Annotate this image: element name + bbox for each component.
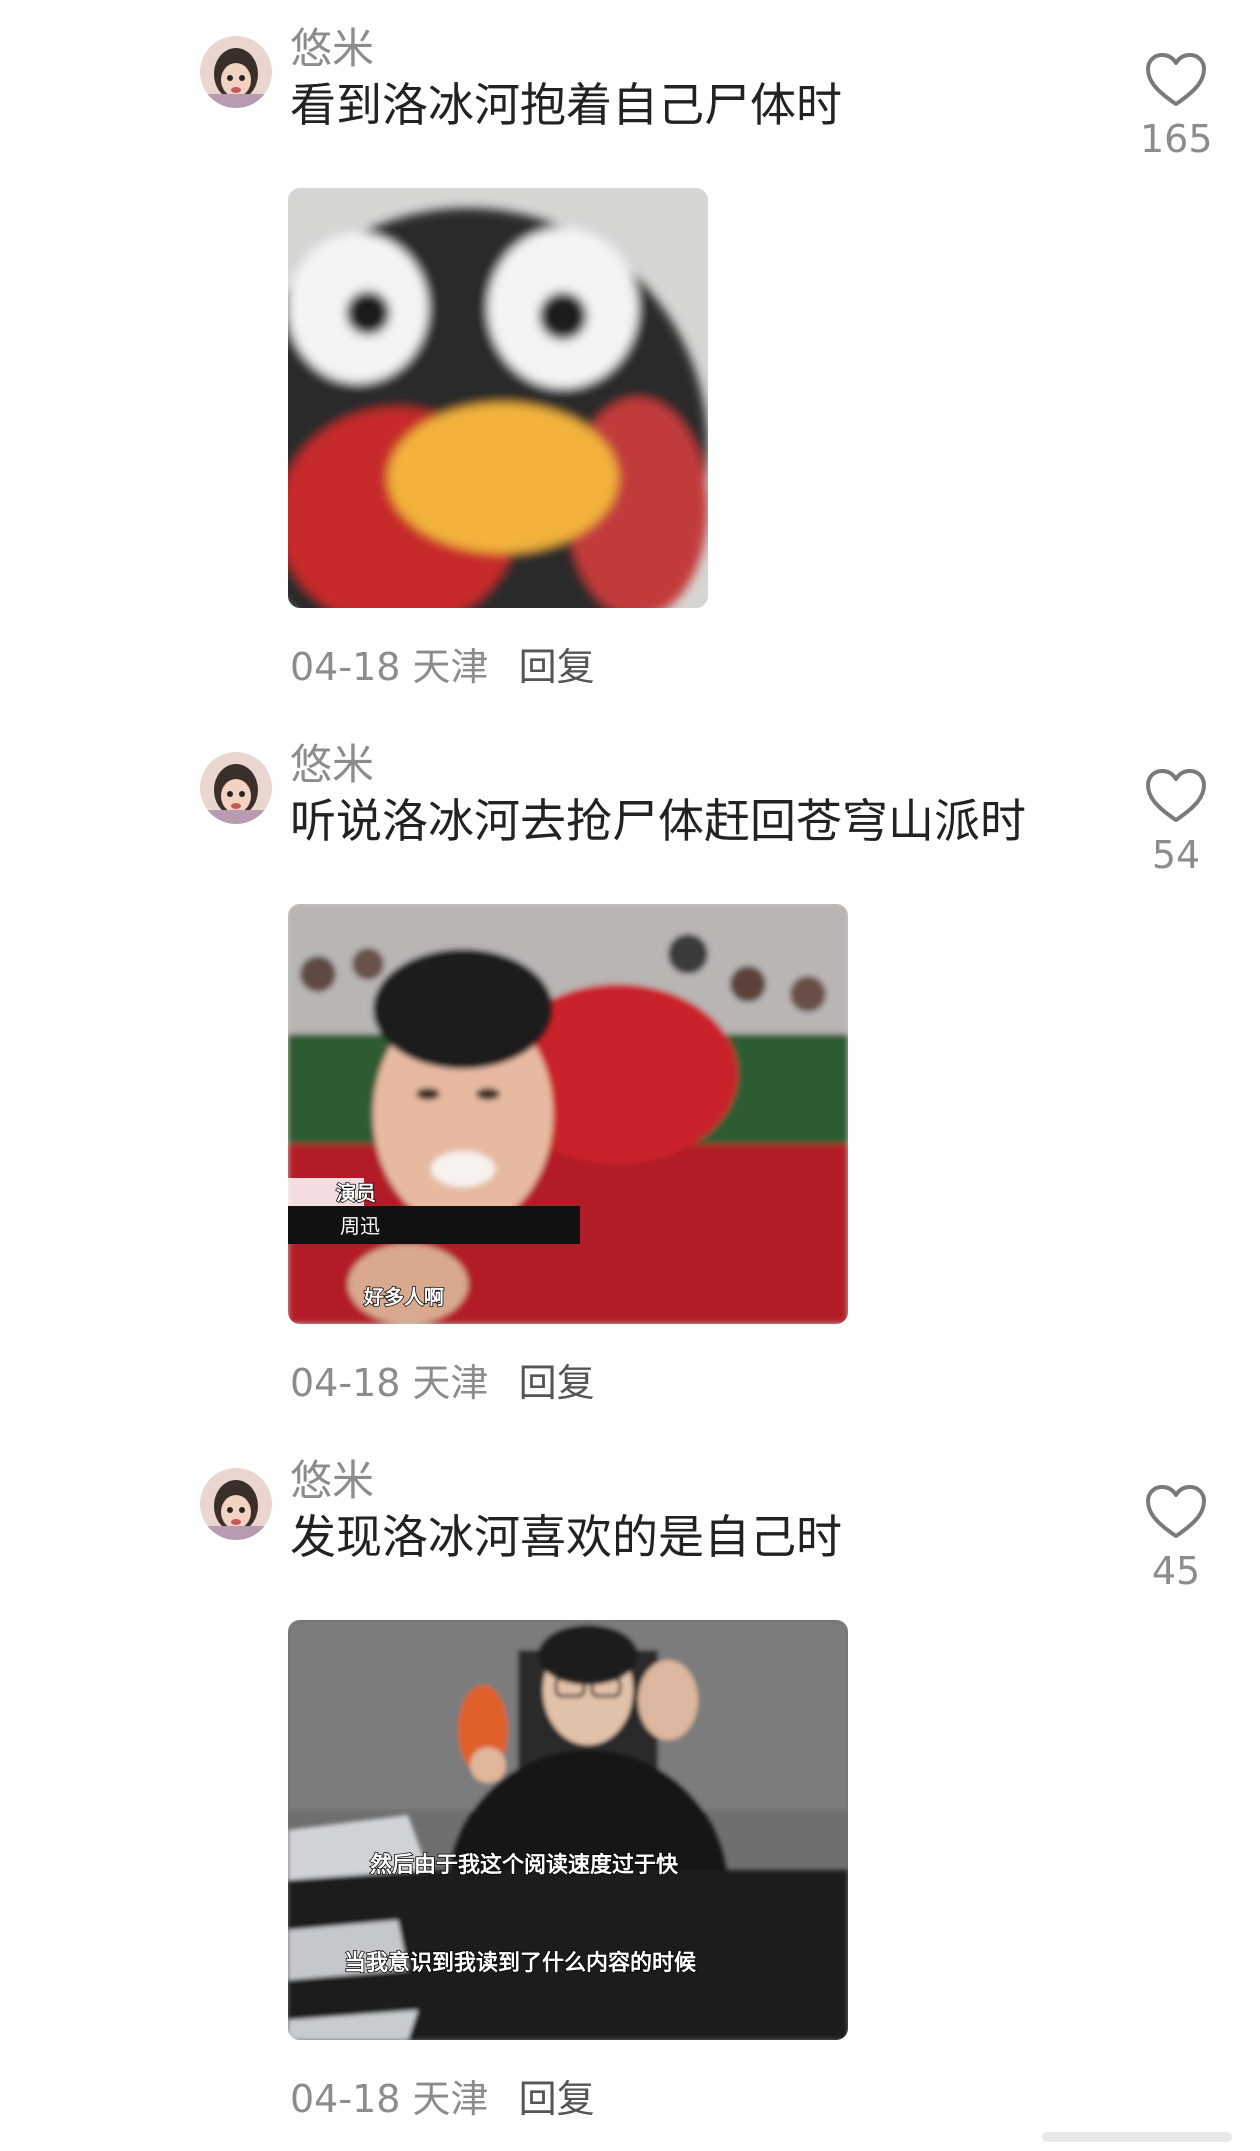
like-count: 54	[1151, 833, 1201, 877]
heart-outline-icon	[1140, 1484, 1212, 1540]
comment-location: 天津	[412, 645, 489, 689]
heart-outline-icon	[1140, 768, 1212, 824]
video-caption-name: 周迅	[340, 1214, 380, 1238]
comment-image[interactable]: 然后由于我这个阅读速度过于快 当我意识到我读到了什么内容的时候	[288, 1620, 848, 2040]
comment-text: 听说洛冰河去抢尸体赶回苍穹山派时	[290, 794, 1026, 848]
like-button[interactable]: 165	[1140, 52, 1213, 161]
avatar[interactable]	[200, 752, 272, 824]
comment-text: 发现洛冰河喜欢的是自己时	[290, 1510, 842, 1564]
avatar[interactable]	[200, 36, 272, 108]
comment-username[interactable]: 悠米	[290, 28, 374, 70]
video-caption-role: 演员	[336, 1181, 376, 1205]
comment-text: 看到洛冰河抱着自己尸体时	[290, 78, 842, 132]
comment-image[interactable]	[288, 188, 708, 608]
comment-image[interactable]: 演员 周迅 好多人啊	[288, 904, 848, 1324]
video-subtitle-2: 当我意识到我读到了什么内容的时候	[344, 1950, 697, 1976]
like-button[interactable]: 45	[1140, 1484, 1212, 1590]
comment-username[interactable]: 悠米	[290, 1460, 374, 1502]
heart-outline-icon	[1140, 52, 1212, 108]
comment-date: 04-18	[290, 645, 401, 689]
reply-button[interactable]: 回复	[519, 645, 595, 689]
comment-meta: 04-18 天津 回复	[290, 2080, 595, 2118]
reply-button[interactable]: 回复	[519, 2077, 595, 2121]
comment-location: 天津	[412, 2077, 489, 2121]
like-count: 45	[1151, 1549, 1201, 1593]
video-subtitle: 好多人啊	[363, 1285, 444, 1309]
comment-username[interactable]: 悠米	[290, 744, 374, 786]
home-indicator	[1042, 2132, 1232, 2142]
comment-meta: 04-18 天津 回复	[290, 648, 595, 686]
comment-date: 04-18	[290, 2077, 401, 2121]
comment-location: 天津	[412, 1361, 489, 1405]
like-button[interactable]: 54	[1140, 768, 1212, 874]
comment-date: 04-18	[290, 1361, 401, 1405]
video-subtitle-1: 然后由于我这个阅读速度过于快	[370, 1852, 679, 1878]
reply-button[interactable]: 回复	[519, 1361, 595, 1405]
comment-meta: 04-18 天津 回复	[290, 1364, 595, 1402]
like-count: 165	[1140, 117, 1213, 161]
avatar[interactable]	[200, 1468, 272, 1540]
